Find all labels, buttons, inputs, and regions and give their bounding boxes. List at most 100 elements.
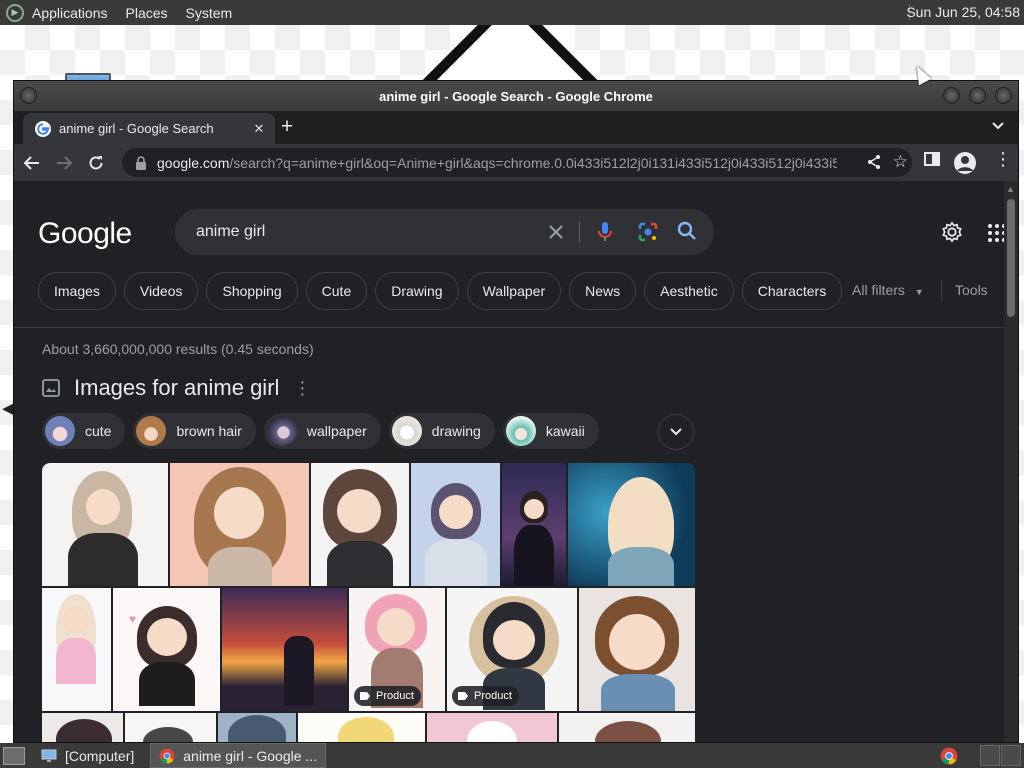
chrome-menu-kebab-icon[interactable]: ⋮ — [994, 149, 1012, 170]
image-result[interactable] — [222, 588, 347, 711]
all-filters-button[interactable]: All filters ▼ — [852, 282, 924, 298]
window-titlebar[interactable]: anime girl - Google Search - Google Chro… — [14, 81, 1018, 111]
reload-button[interactable] — [82, 149, 110, 177]
image-result[interactable] — [568, 463, 695, 586]
tab-google-search[interactable]: anime girl - Google Search ✕ — [23, 113, 275, 144]
taskbar-item-computer[interactable]: [Computer] — [33, 743, 142, 768]
results-stats: About 3,660,000,000 results (0.45 second… — [42, 341, 314, 357]
chrome-icon — [159, 748, 175, 763]
tab-close-icon[interactable]: ✕ — [249, 121, 269, 137]
filter-chip-videos[interactable]: Videos — [123, 272, 199, 310]
refine-chip-drawing[interactable]: drawing — [388, 413, 495, 449]
image-result[interactable] — [579, 588, 695, 711]
panel-clock[interactable]: Sun Jun 25, 04:58 — [906, 4, 1020, 20]
image-result[interactable] — [502, 463, 566, 586]
page-scrollbar[interactable]: ▲ — [1004, 181, 1018, 742]
bookmark-star-icon[interactable]: ☆ — [893, 152, 908, 172]
images-section-title[interactable]: Images for anime girl — [74, 375, 279, 401]
refine-label: kawaii — [545, 423, 585, 439]
show-desktop-button[interactable] — [3, 746, 25, 765]
refine-label: drawing — [431, 423, 481, 439]
voice-search-mic-icon[interactable] — [597, 221, 613, 243]
image-result[interactable] — [411, 463, 500, 586]
window-close-button[interactable] — [995, 87, 1012, 104]
refine-thumbnail — [391, 416, 422, 446]
window-minimize-button[interactable] — [943, 87, 960, 104]
filter-chip-news[interactable]: News — [569, 272, 637, 310]
filters-divider — [941, 280, 942, 302]
image-results-grid: ♥ Product Product — [42, 463, 695, 742]
filter-chip-characters[interactable]: Characters — [741, 272, 843, 310]
lock-icon[interactable] — [135, 155, 147, 170]
filter-chip-wallpaper[interactable]: Wallpaper — [466, 272, 562, 310]
workspace-1-button[interactable] — [980, 745, 1000, 766]
image-result[interactable] — [125, 713, 216, 742]
refine-chip-kawaii[interactable]: kawaii — [502, 413, 599, 449]
image-result[interactable] — [170, 463, 309, 586]
settings-gear-icon[interactable] — [941, 221, 963, 243]
image-result[interactable] — [311, 463, 409, 586]
image-result[interactable]: ♥ — [113, 588, 220, 711]
menu-applications[interactable]: Applications — [32, 5, 108, 21]
image-result[interactable] — [559, 713, 695, 742]
browser-toolbar: google.com/search?q=anime+girl&oq=Anime+… — [14, 144, 1018, 181]
url-host: google.com — [157, 154, 230, 171]
chrome-window: anime girl - Google Search - Google Chro… — [13, 80, 1019, 743]
google-favicon-icon — [35, 120, 51, 137]
new-tab-button[interactable]: + — [276, 116, 298, 139]
google-logo[interactable]: Google — [38, 217, 132, 251]
filter-chip-cute[interactable]: Cute — [305, 272, 368, 310]
image-result[interactable]: Product — [447, 588, 577, 711]
product-badge: Product — [354, 686, 421, 706]
refine-label: brown hair — [176, 423, 242, 439]
search-input[interactable]: anime girl — [175, 209, 714, 255]
tab-search-chevron-icon[interactable] — [992, 119, 1004, 133]
image-result[interactable] — [42, 463, 168, 586]
filter-chip-drawing[interactable]: Drawing — [375, 272, 459, 310]
scroll-up-arrow-icon[interactable]: ▲ — [1006, 184, 1015, 194]
window-maximize-button[interactable] — [969, 87, 986, 104]
product-badge-label: Product — [376, 690, 414, 702]
filter-chip-aesthetic[interactable]: Aesthetic — [644, 272, 734, 310]
address-bar[interactable]: google.com/search?q=anime+girl&oq=Anime+… — [122, 148, 912, 177]
refine-chip-cute[interactable]: cute — [42, 413, 126, 449]
applications-menu-icon[interactable]: ▶ — [6, 3, 24, 22]
profile-avatar-icon[interactable] — [954, 152, 976, 174]
tools-button[interactable]: Tools — [955, 282, 988, 298]
forward-button[interactable] — [50, 149, 78, 177]
workspace-2-button[interactable] — [1001, 745, 1021, 766]
refine-chip-wallpaper[interactable]: wallpaper — [263, 413, 381, 449]
side-panel-icon[interactable] — [924, 151, 940, 167]
taskbar-item-chrome[interactable]: anime girl - Google ... — [150, 743, 327, 768]
window-menu-button[interactable] — [20, 87, 37, 104]
chrome-tray-icon[interactable] — [940, 747, 958, 765]
image-result[interactable] — [218, 713, 296, 742]
image-icon — [42, 379, 60, 397]
image-result[interactable] — [42, 713, 123, 742]
image-result[interactable] — [427, 713, 557, 742]
google-lens-icon[interactable] — [637, 221, 659, 243]
search-divider — [579, 221, 580, 243]
filter-chip-shopping[interactable]: Shopping — [206, 272, 298, 310]
back-button[interactable] — [18, 149, 46, 177]
scrollbar-thumb[interactable] — [1007, 199, 1015, 317]
menu-places[interactable]: Places — [126, 5, 168, 21]
search-filter-chips: Images Videos Shopping Cute Drawing Wall… — [38, 272, 843, 310]
computer-icon — [41, 749, 57, 762]
back-arrow-icon — [24, 155, 39, 170]
expand-refinements-chevron-icon[interactable] — [658, 414, 694, 450]
window-title: anime girl - Google Search - Google Chro… — [379, 88, 653, 104]
bottom-taskbar: [Computer] anime girl - Google ... — [0, 743, 1024, 768]
menu-system[interactable]: System — [186, 5, 233, 21]
share-icon[interactable] — [866, 154, 882, 170]
image-result[interactable]: Product — [349, 588, 445, 711]
clear-search-icon[interactable] — [548, 224, 564, 240]
filter-chip-images[interactable]: Images — [38, 272, 116, 310]
image-result[interactable] — [298, 713, 425, 742]
search-icon[interactable] — [677, 221, 697, 241]
reload-icon — [89, 155, 103, 169]
image-result[interactable] — [42, 588, 111, 711]
product-badge: Product — [452, 686, 519, 706]
refine-chip-brown-hair[interactable]: brown hair — [133, 413, 256, 449]
more-options-kebab-icon[interactable]: ⋮ — [293, 378, 311, 399]
